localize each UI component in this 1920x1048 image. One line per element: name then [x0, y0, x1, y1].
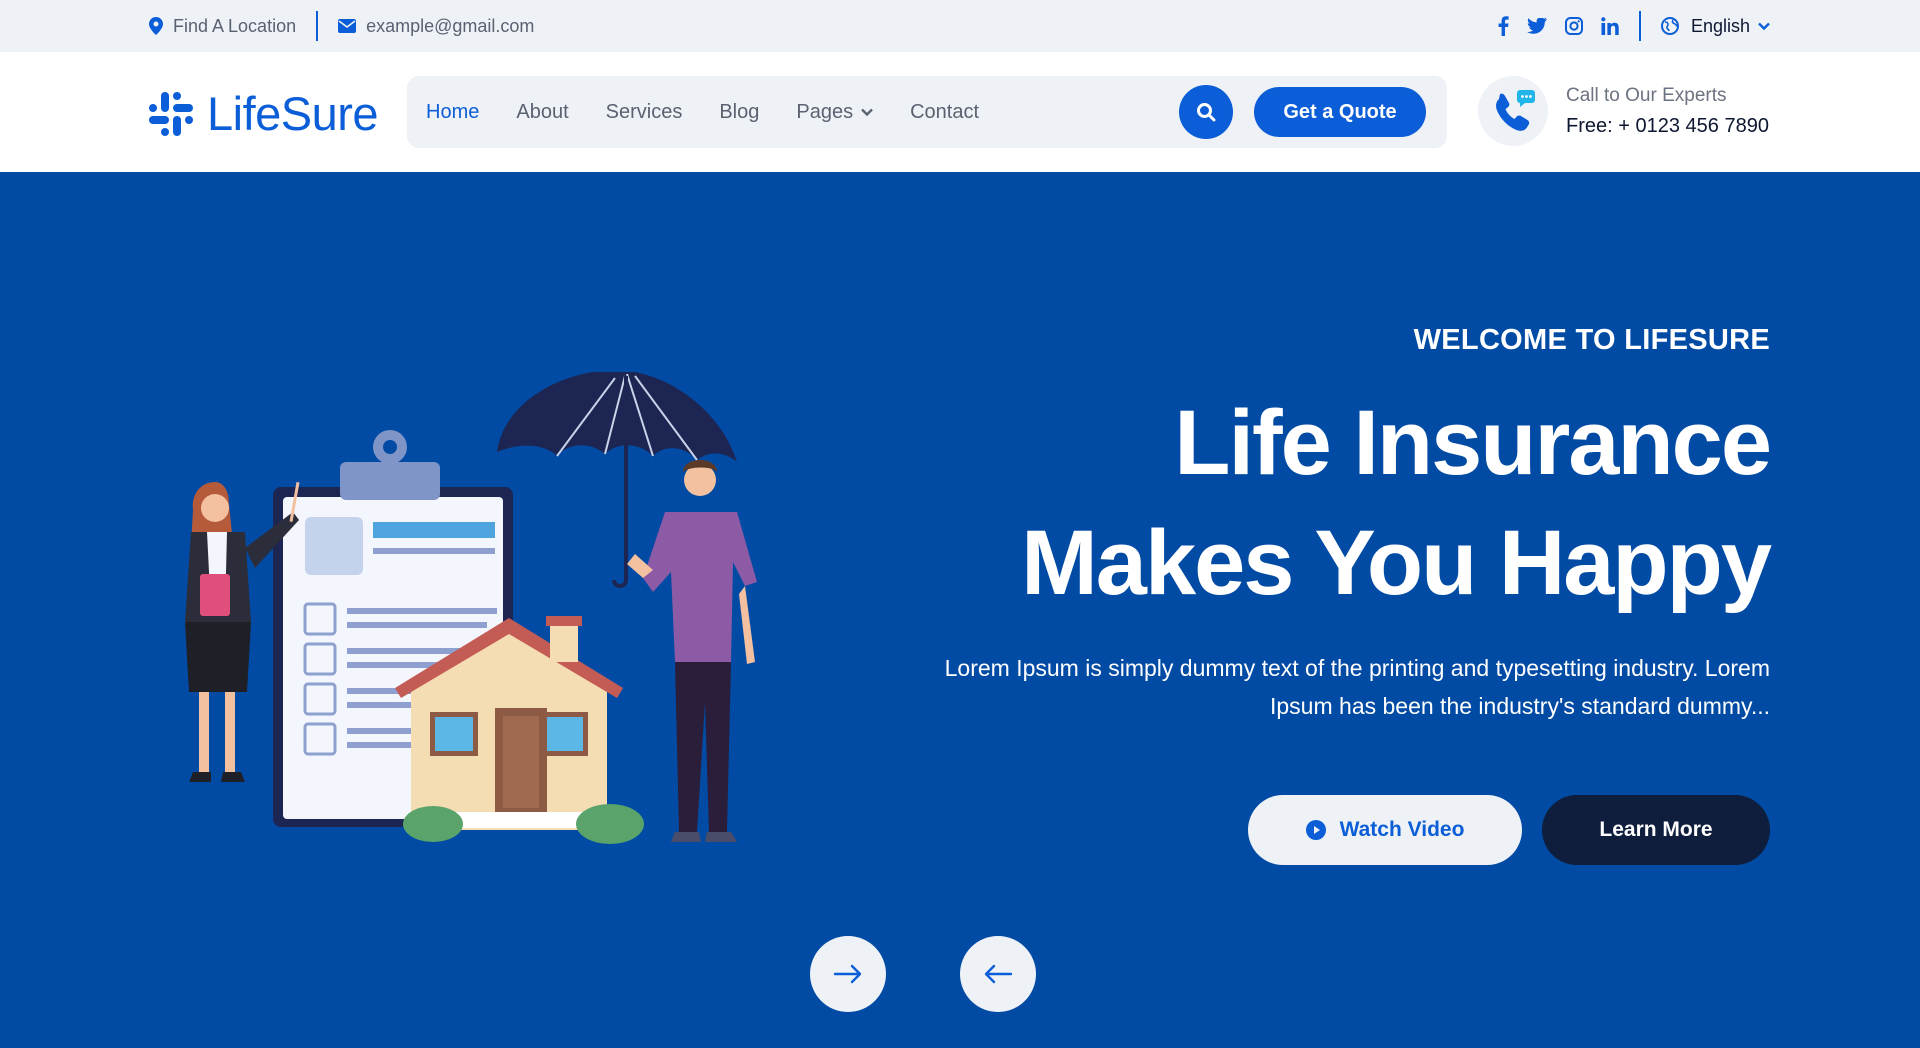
divider: [1638, 11, 1641, 41]
search-button[interactable]: [1179, 85, 1233, 139]
learn-more-button[interactable]: Learn More: [1542, 795, 1770, 865]
logo-text: LifeSure: [207, 87, 379, 140]
language-selector[interactable]: English: [1660, 15, 1770, 37]
arrow-left-icon: [984, 964, 1013, 984]
hero-buttons: Watch Video Learn More: [1248, 795, 1770, 865]
phone-chat-icon: [1496, 90, 1535, 131]
hero-title: Life Insurance Makes You Happy: [790, 383, 1772, 623]
phone-icon-wrap: [1478, 76, 1548, 146]
carousel-prev-button[interactable]: [960, 936, 1036, 1012]
social-links: [1479, 16, 1619, 36]
site-header: LifeSure Home About Services Blog Pages …: [0, 52, 1920, 172]
call-experts[interactable]: Call to Our Experts Free: + 0123 456 789…: [1478, 76, 1769, 146]
hero-title-line-2: Makes You Happy: [1021, 512, 1772, 614]
divider: [316, 11, 319, 41]
facebook-icon[interactable]: [1497, 16, 1509, 36]
hero-description: Lorem Ipsum is simply dummy text of the …: [790, 649, 1770, 725]
nav-pages[interactable]: Pages: [796, 101, 873, 124]
main-nav-container: Home About Services Blog Pages Contact G…: [407, 76, 1447, 148]
hero-description-line-2: Ipsum has been the industry's standard d…: [1270, 693, 1770, 719]
nav-contact[interactable]: Contact: [910, 101, 979, 124]
hero-title-line-1: Life Insurance: [1174, 392, 1772, 494]
main-nav: Home About Services Blog Pages Contact: [426, 76, 1016, 148]
chevron-down-icon: [1758, 22, 1770, 30]
insurance-illustration: [185, 372, 757, 844]
twitter-icon[interactable]: [1526, 18, 1547, 34]
hero-banner: WELCOME TO LIFESURE Life Insurance Makes…: [0, 172, 1920, 1048]
logo[interactable]: LifeSure: [149, 86, 379, 141]
instagram-icon[interactable]: [1564, 17, 1583, 35]
search-icon: [1197, 103, 1216, 122]
nav-blog[interactable]: Blog: [719, 101, 759, 124]
linkedin-icon[interactable]: [1601, 17, 1619, 35]
watch-video-label: Watch Video: [1339, 818, 1465, 841]
location-pin-icon: [149, 17, 163, 35]
hero-kicker: WELCOME TO LIFESURE: [1413, 324, 1770, 356]
top-bar: Find A Location example@gmail.com Englis…: [0, 0, 1920, 52]
get-quote-button[interactable]: Get a Quote: [1254, 87, 1426, 137]
call-label: Call to Our Experts: [1566, 84, 1727, 106]
chevron-down-icon: [861, 108, 873, 116]
email-label: example@gmail.com: [366, 15, 535, 36]
call-number: Free: + 0123 456 7890: [1566, 114, 1769, 137]
arrow-right-icon: [833, 964, 862, 984]
hero-text-block: WELCOME TO LIFESURE Life Insurance Makes…: [790, 324, 1772, 725]
hero-description-line-1: Lorem Ipsum is simply dummy text of the …: [944, 655, 1770, 681]
carousel-next-button[interactable]: [810, 936, 886, 1012]
watch-video-button[interactable]: Watch Video: [1248, 795, 1522, 865]
find-location-link[interactable]: Find A Location: [149, 16, 296, 37]
envelope-icon: [338, 19, 357, 33]
nav-pages-label: Pages: [796, 100, 854, 123]
logo-icon: [149, 91, 193, 136]
nav-home[interactable]: Home: [426, 101, 479, 124]
email-link[interactable]: example@gmail.com: [338, 16, 534, 37]
language-label: English: [1690, 15, 1750, 36]
play-circle-icon: [1305, 820, 1326, 840]
globe-icon: [1660, 17, 1679, 35]
find-location-label: Find A Location: [173, 15, 297, 36]
nav-services[interactable]: Services: [606, 101, 683, 124]
nav-about[interactable]: About: [516, 101, 568, 124]
